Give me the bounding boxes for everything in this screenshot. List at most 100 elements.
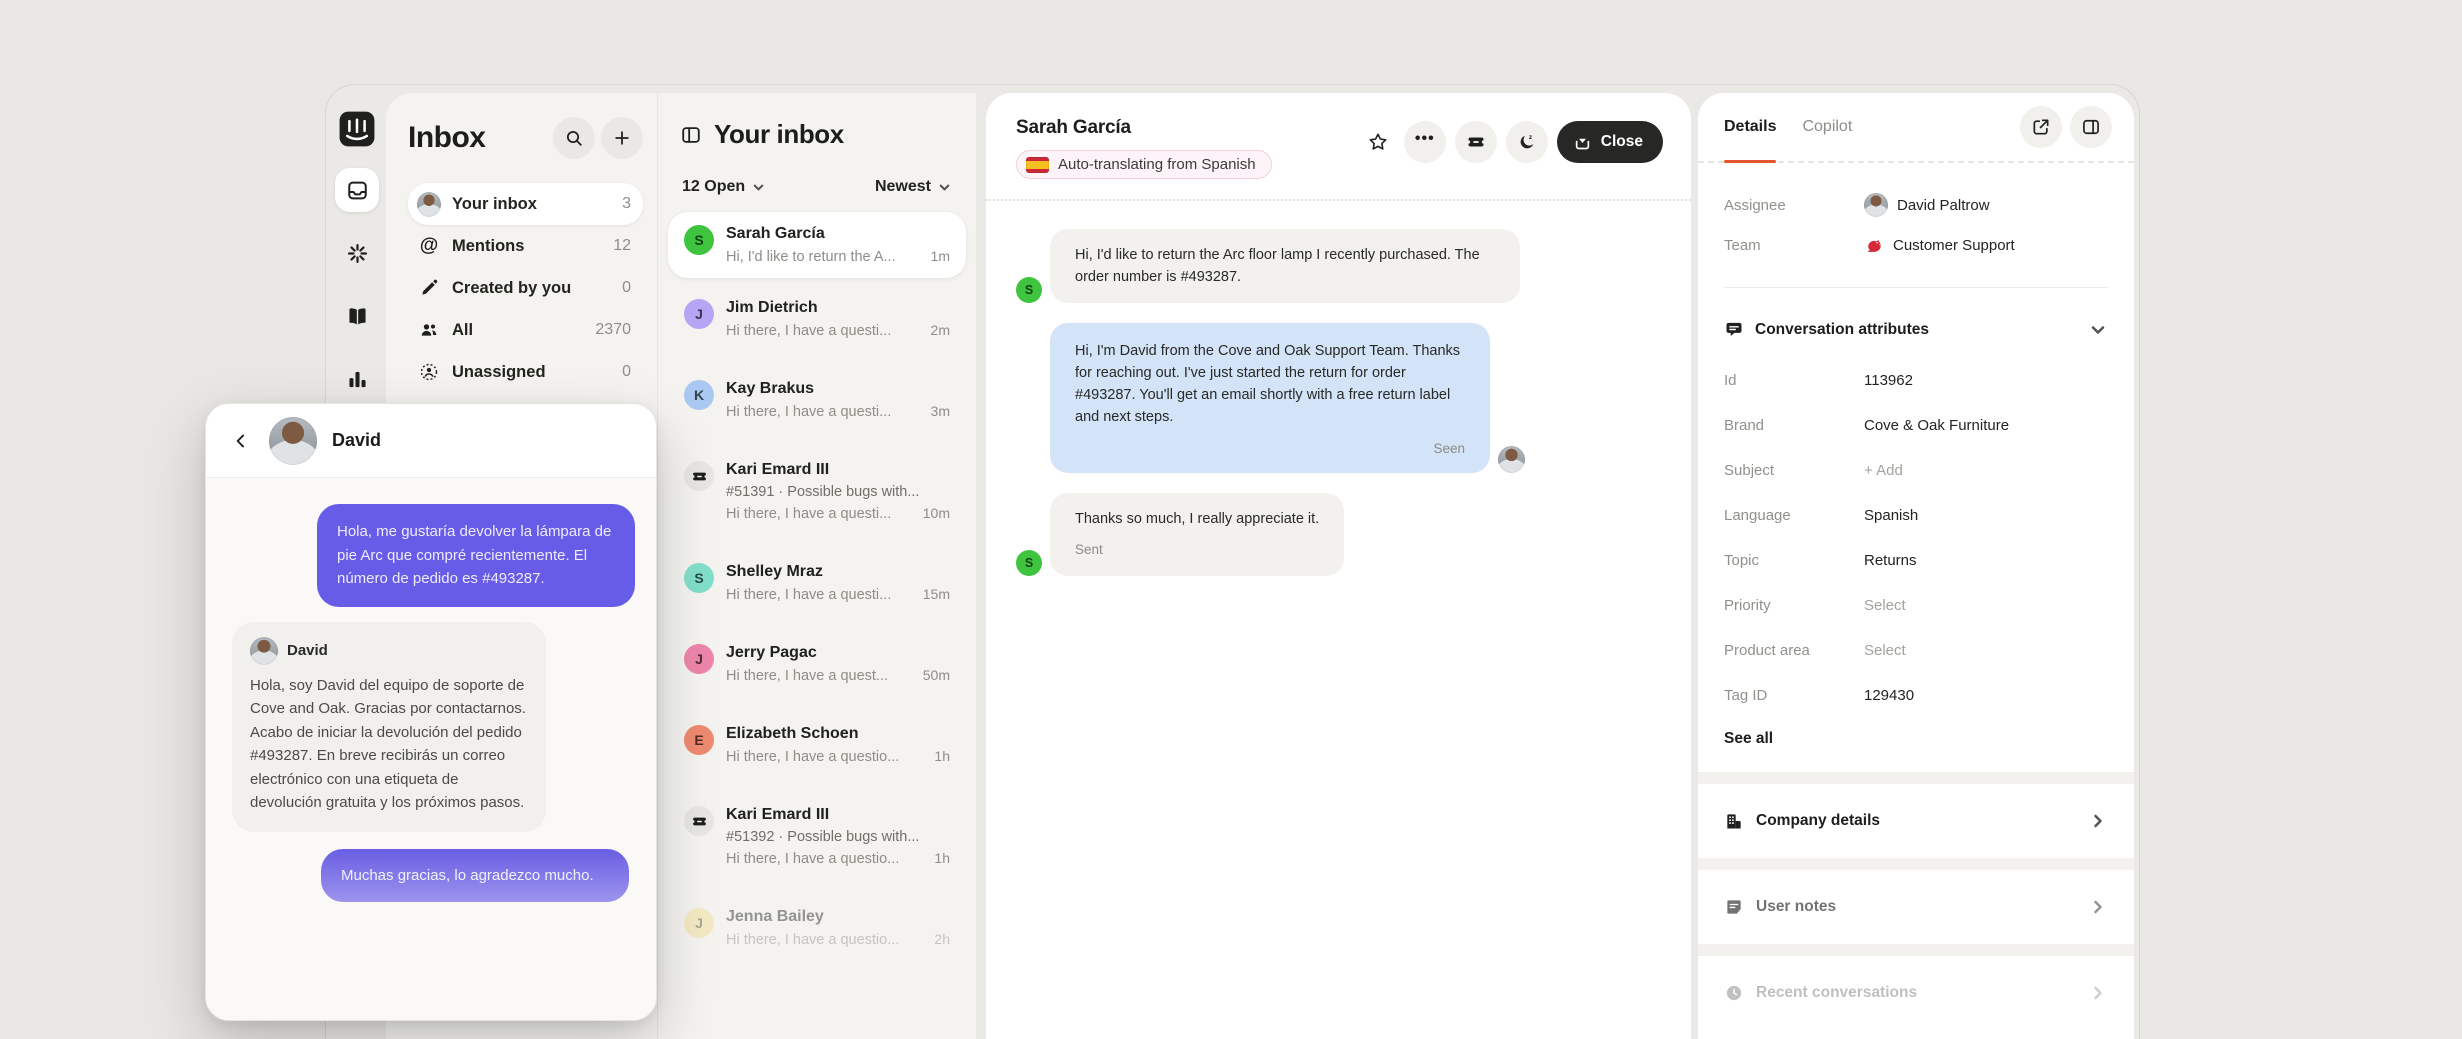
list-item[interactable]: J Jerry Pagac Hi there, I have a quest..… <box>668 623 966 704</box>
list-item[interactable]: S Shelley Mraz Hi there, I have a questi… <box>668 542 966 623</box>
original-language-popup: David Hola, me gustaría devolver la lámp… <box>205 403 657 1021</box>
avatar: K <box>684 380 714 410</box>
ticket-subject: #51391 · Possible bugs with... <box>726 484 950 500</box>
message-thread: S Hi, I'd like to return the Arc floor l… <box>986 201 1691 576</box>
section-recent-conversations[interactable]: Recent conversations <box>1724 956 2108 1030</box>
customer-message: S Thanks so much, I really appreciate it… <box>1016 493 1661 576</box>
attribute-row-brand: Brand Cove & Oak Furniture <box>1724 403 2108 448</box>
agent-avatar <box>1498 446 1525 473</box>
section-company-details[interactable]: Company details <box>1724 784 2108 858</box>
building-icon <box>1724 811 1744 831</box>
list-item[interactable]: K Kay Brakus Hi there, I have a questi..… <box>668 359 966 440</box>
search-button[interactable] <box>553 117 595 159</box>
ticket-icon <box>691 813 708 830</box>
chevron-right-icon <box>2088 811 2108 831</box>
clock-icon <box>1724 983 1744 1003</box>
avatar: S <box>684 563 714 593</box>
open-filter-dropdown[interactable]: 12 Open <box>682 178 766 196</box>
list-item[interactable]: J Jenna Bailey Hi there, I have a questi… <box>668 887 966 968</box>
ticket-avatar <box>684 461 714 491</box>
count-badge: 3 <box>622 195 631 213</box>
attribute-row-language[interactable]: Language Spanish <box>1724 493 2108 538</box>
rail-inbox-button[interactable] <box>335 168 379 212</box>
more-options-button[interactable]: ••• <box>1404 121 1446 163</box>
message-bubble: Thanks so much, I really appreciate it. … <box>1050 493 1344 576</box>
avatar: S <box>1016 277 1042 303</box>
agent-avatar <box>269 417 317 465</box>
toggle-panel-button[interactable] <box>2070 106 2112 148</box>
snooze-button[interactable]: z <box>1506 121 1548 163</box>
agent-message: Hi, I'm David from the Cove and Oak Supp… <box>1050 323 1661 473</box>
sort-dropdown[interactable]: Newest <box>875 178 952 196</box>
external-link-icon <box>2031 117 2051 137</box>
auto-translate-banner[interactable]: Auto-translating from Spanish <box>1016 150 1272 179</box>
rail-knowledge-button[interactable] <box>335 294 379 338</box>
agent-avatar <box>250 637 278 665</box>
attribute-row-priority[interactable]: Priority Select <box>1724 583 2108 628</box>
snooze-moon-icon: z <box>1517 132 1537 152</box>
inbox-title: Inbox <box>408 121 553 155</box>
chevron-down-icon <box>2088 320 2108 340</box>
ticket-icon <box>691 468 708 485</box>
open-in-new-button[interactable] <box>2020 106 2062 148</box>
sidebar-item-all[interactable]: All 2370 <box>408 309 643 351</box>
attribute-row-subject[interactable]: Subject + Add <box>1724 448 2108 493</box>
team-row[interactable]: Team Customer Support <box>1724 225 2108 265</box>
convert-to-ticket-button[interactable] <box>1455 121 1497 163</box>
count-badge: 0 <box>622 363 631 381</box>
conversation-panel: Sarah García Auto-translating from Spani… <box>986 93 1691 1039</box>
see-all-link[interactable]: See all <box>1724 730 2108 748</box>
customer-message: S Hi, I'd like to return the Arc floor l… <box>1016 229 1661 303</box>
sidebar-item-unassigned[interactable]: Unassigned 0 <box>408 351 643 393</box>
sidebar-item-your-inbox[interactable]: Your inbox 3 <box>408 183 643 225</box>
list-item[interactable]: Kari Emard III #51391 · Possible bugs wi… <box>668 440 966 542</box>
tab-copilot[interactable]: Copilot <box>1802 93 1852 162</box>
attribute-row-topic[interactable]: Topic Returns <box>1724 538 2108 583</box>
back-button[interactable] <box>228 428 254 454</box>
search-icon <box>564 128 584 148</box>
ai-assistant-icon <box>346 242 369 265</box>
rail-ai-button[interactable] <box>335 231 379 275</box>
ellipsis-icon: ••• <box>1415 130 1435 154</box>
inbox-icon <box>346 179 369 202</box>
avatar: J <box>684 299 714 329</box>
tab-details[interactable]: Details <box>1724 93 1776 162</box>
chevron-right-icon <box>2088 897 2108 917</box>
new-conversation-button[interactable] <box>601 117 643 159</box>
star-button[interactable] <box>1361 125 1395 159</box>
conversation-title: Sarah García <box>1016 117 1361 139</box>
avatar: J <box>684 908 714 938</box>
assignee-row[interactable]: Assignee David Paltrow <box>1724 185 2108 225</box>
unassigned-person-icon <box>419 362 439 382</box>
list-item[interactable]: J Jim Dietrich Hi there, I have a questi… <box>668 278 966 359</box>
close-conversation-button[interactable]: Close <box>1557 121 1663 163</box>
chevron-down-icon <box>751 180 766 195</box>
count-badge: 2370 <box>595 321 631 339</box>
message-bubble: Hi, I'm David from the Cove and Oak Supp… <box>1050 323 1490 473</box>
pencil-icon <box>419 278 439 298</box>
list-item-selected[interactable]: S Sarah García Hi, I'd like to return th… <box>668 212 966 278</box>
conversation-attributes-header[interactable]: Conversation attributes <box>1724 310 2108 350</box>
sidebar-item-mentions[interactable]: @ Mentions 12 <box>408 225 643 267</box>
rail-reports-button[interactable] <box>335 357 379 401</box>
spain-flag-icon <box>1026 157 1049 173</box>
sent-status: Sent <box>1075 539 1319 561</box>
list-title: Your inbox <box>714 119 844 150</box>
attribute-row-product-area[interactable]: Product area Select <box>1724 628 2108 673</box>
avatar: S <box>684 225 714 255</box>
sidebar-item-created-by-you[interactable]: Created by you 0 <box>408 267 643 309</box>
people-icon <box>419 320 439 340</box>
at-icon: @ <box>417 234 441 258</box>
details-panel: Details Copilot Assignee David Paltrow <box>1698 93 2134 1039</box>
section-user-notes[interactable]: User notes <box>1724 870 2108 944</box>
list-item[interactable]: E Elizabeth Schoen Hi there, I have a qu… <box>668 704 966 785</box>
message-bubble: Hi, I'd like to return the Arc floor lam… <box>1050 229 1520 303</box>
reports-chart-icon <box>346 368 369 391</box>
chevron-right-icon <box>2088 983 2108 1003</box>
note-icon <box>1724 897 1744 917</box>
attribute-row-id: Id 113962 <box>1724 358 2108 403</box>
avatar: J <box>684 644 714 674</box>
list-item[interactable]: Kari Emard III #51392 · Possible bugs wi… <box>668 785 966 887</box>
avatar: E <box>684 725 714 755</box>
plus-icon <box>612 128 632 148</box>
